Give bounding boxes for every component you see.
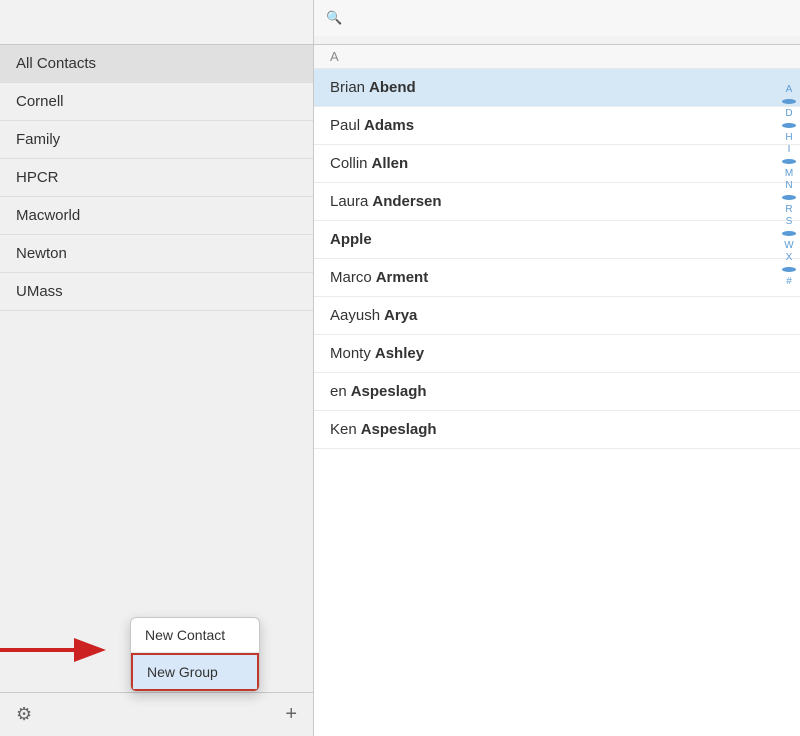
- contact-row[interactable]: Laura Andersen: [314, 183, 800, 221]
- alpha-dot: [782, 121, 796, 131]
- red-arrow: [0, 632, 110, 668]
- contact-row[interactable]: Monty Ashley: [314, 335, 800, 373]
- contact-last-name: Arya: [384, 307, 417, 324]
- sidebar-list: All ContactsCornellFamilyHPCRMacworldNew…: [0, 45, 313, 692]
- contact-first-name: Brian: [330, 79, 365, 96]
- contact-last-name: Andersen: [372, 193, 441, 210]
- contact-row[interactable]: Collin Allen: [314, 145, 800, 183]
- alpha-letter-w[interactable]: W: [782, 241, 796, 251]
- contacts-panel: ABrian AbendPaul AdamsCollin AllenLaura …: [314, 45, 800, 736]
- alpha-letter-d[interactable]: D: [782, 109, 796, 119]
- alpha-letter-h[interactable]: H: [782, 133, 796, 143]
- alpha-dot: [782, 157, 796, 167]
- contact-first-name: Laura: [330, 193, 368, 210]
- contact-row[interactable]: Paul Adams: [314, 107, 800, 145]
- search-icon: 🔍: [326, 10, 342, 26]
- contact-last-name: Abend: [369, 79, 416, 96]
- contact-first-name: en: [330, 383, 347, 400]
- search-bar: 🔍: [314, 0, 800, 36]
- contact-row[interactable]: Marco Arment: [314, 259, 800, 297]
- settings-icon[interactable]: ⚙: [16, 704, 32, 725]
- alpha-letter-x[interactable]: X: [782, 253, 796, 263]
- contact-first-name: Aayush: [330, 307, 380, 324]
- sidebar-header: [0, 0, 314, 44]
- contact-row[interactable]: Apple: [314, 221, 800, 259]
- contact-row[interactable]: Brian Abend: [314, 69, 800, 107]
- alpha-dot: [782, 97, 796, 107]
- contacts-list: ABrian AbendPaul AdamsCollin AllenLaura …: [314, 45, 800, 736]
- context-menu-item-new-group[interactable]: New Group: [131, 653, 259, 691]
- sidebar-item-hpcr[interactable]: HPCR: [0, 159, 313, 197]
- contact-row[interactable]: Ken Aspeslagh: [314, 411, 800, 449]
- sidebar-item-macworld[interactable]: Macworld: [0, 197, 313, 235]
- contact-row[interactable]: Aayush Arya: [314, 297, 800, 335]
- contact-last-name: Arment: [376, 269, 429, 286]
- section-header-A: A: [314, 45, 800, 69]
- contact-last-name: Ashley: [375, 345, 424, 362]
- contact-last-name: Allen: [372, 155, 409, 172]
- sidebar-item-cornell[interactable]: Cornell: [0, 83, 313, 121]
- alpha-dot: [782, 265, 796, 275]
- alpha-letter-m[interactable]: M: [782, 169, 796, 179]
- alpha-letter-n[interactable]: N: [782, 181, 796, 191]
- context-menu-item-new-contact[interactable]: New Contact: [131, 618, 259, 653]
- alpha-letter-a[interactable]: A: [782, 85, 796, 95]
- alpha-letter-r[interactable]: R: [782, 205, 796, 215]
- sidebar-footer: ⚙ +: [0, 692, 313, 736]
- contact-first-name: Paul: [330, 117, 360, 134]
- alpha-dot: [782, 229, 796, 239]
- sidebar-item-umass[interactable]: UMass: [0, 273, 313, 311]
- contact-last-name: Aspeslagh: [351, 383, 427, 400]
- contact-last-name: Aspeslagh: [361, 421, 437, 438]
- contact-first-name: Monty: [330, 345, 371, 362]
- alpha-letter-#[interactable]: #: [782, 277, 796, 287]
- contact-last-name: Adams: [364, 117, 414, 134]
- add-group-icon[interactable]: +: [285, 703, 297, 726]
- sidebar-item-family[interactable]: Family: [0, 121, 313, 159]
- alpha-letter-i[interactable]: I: [782, 145, 796, 155]
- contact-row[interactable]: en Aspeslagh: [314, 373, 800, 411]
- alphabet-index: A D HI MN RS WX #: [782, 45, 796, 736]
- contact-first-name: Ken: [330, 421, 357, 438]
- contact-first-name: Marco: [330, 269, 372, 286]
- alpha-dot: [782, 193, 796, 203]
- context-menu: New ContactNew Group: [130, 617, 260, 692]
- sidebar-item-newton[interactable]: Newton: [0, 235, 313, 273]
- alpha-letter-s[interactable]: S: [782, 217, 796, 227]
- sidebar: All ContactsCornellFamilyHPCRMacworldNew…: [0, 45, 314, 736]
- sidebar-item-all-contacts[interactable]: All Contacts: [0, 45, 313, 83]
- contact-first-name: Collin: [330, 155, 368, 172]
